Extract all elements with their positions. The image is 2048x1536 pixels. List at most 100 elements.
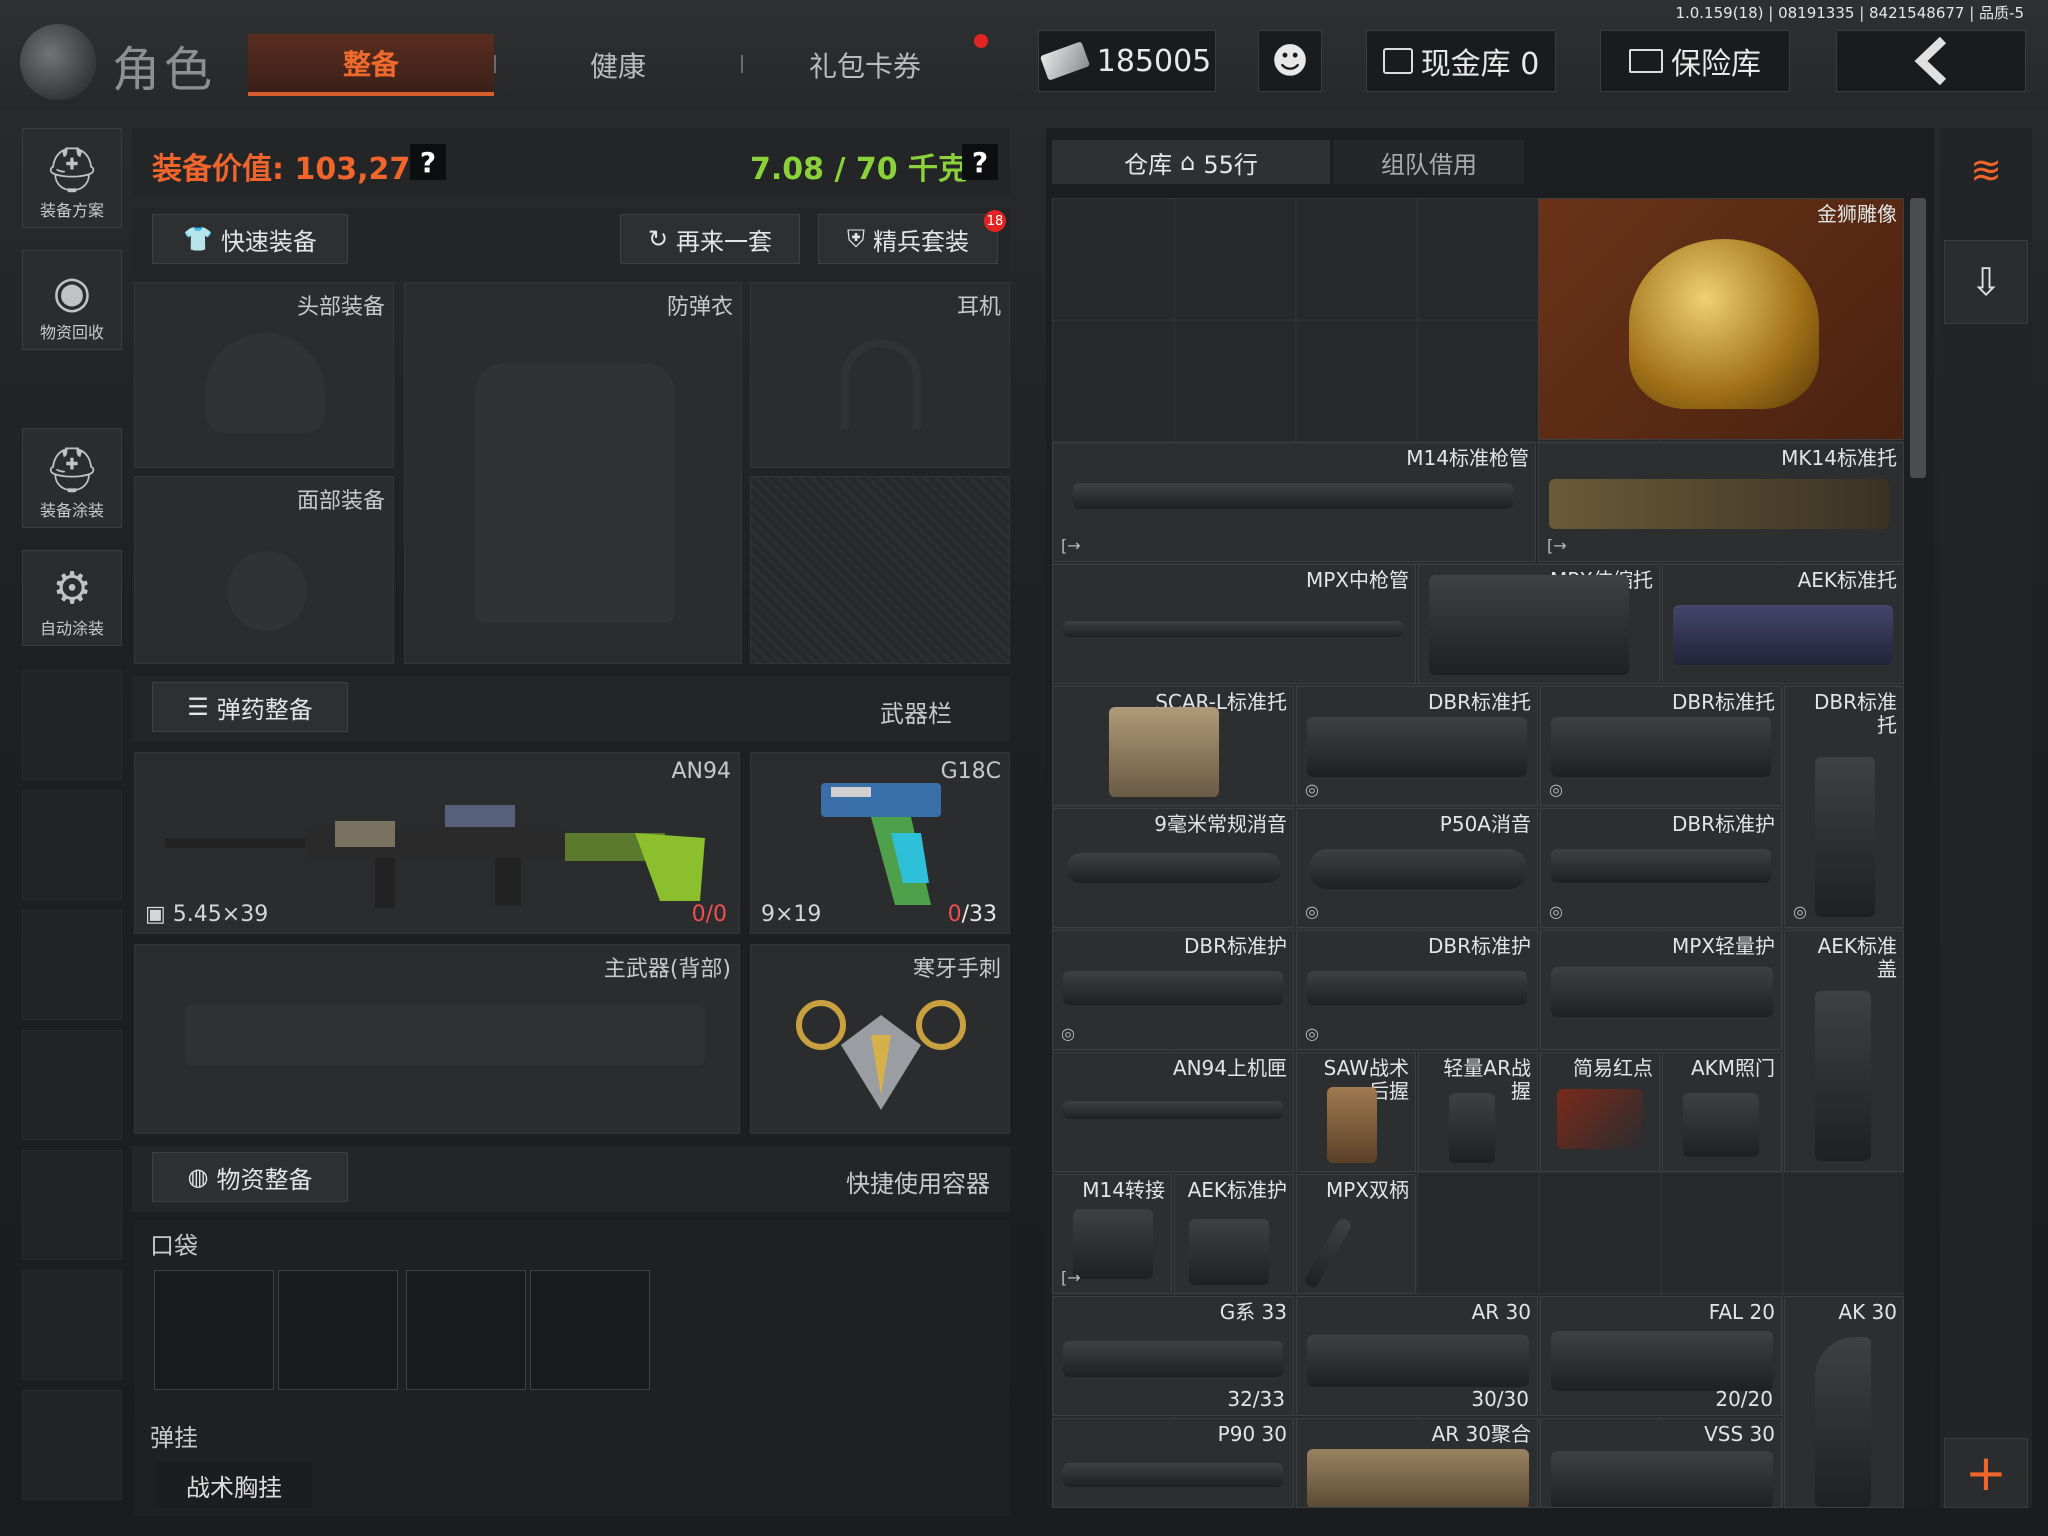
storage-item[interactable]: MPX双柄	[1296, 1174, 1416, 1294]
storage-item[interactable]: DBR标准护 ◎	[1540, 808, 1782, 928]
item-count: 20/20	[1715, 1387, 1773, 1411]
rail-empty-slot	[22, 1270, 122, 1380]
ammo-prep-button[interactable]: ☰ 弹药整备	[152, 682, 348, 732]
sidearm-slot[interactable]: G18C 9×19 0/33	[750, 752, 1010, 934]
loadout-plan-button[interactable]: ⛑ 装备方案	[22, 128, 122, 228]
deposit-button[interactable]: ⇩	[1944, 240, 2028, 324]
stack-sort-icon: ≋	[1970, 148, 2002, 192]
tab-gift-coupons[interactable]: 礼包卡券	[742, 34, 988, 96]
storage-item[interactable]: AR 30聚合	[1296, 1418, 1538, 1508]
item-count: 32/33	[1227, 1387, 1285, 1411]
elite-set-label: 精兵套装	[873, 227, 969, 256]
pocket-slot[interactable]	[278, 1270, 398, 1390]
page-title: 角色	[112, 42, 217, 98]
storage-item[interactable]: VSS 30	[1540, 1418, 1782, 1508]
storage-item[interactable]: MPX伸缩托	[1418, 564, 1660, 684]
storage-item[interactable]: DBR标准托 ◎	[1296, 686, 1538, 806]
safe-vault-label: 保险库	[1671, 47, 1761, 82]
storage-item[interactable]: AKM照门	[1662, 1052, 1782, 1172]
storage-item[interactable]: AR 30 30/30	[1296, 1296, 1538, 1416]
storage-item[interactable]: DBR标准托 ◎	[1784, 686, 1904, 928]
melee-slot[interactable]: 寒牙手刺	[750, 944, 1010, 1134]
warehouse-rows: 55行	[1203, 150, 1258, 179]
agent-button[interactable]: ☻	[1258, 30, 1322, 92]
pocket-slot[interactable]	[530, 1270, 650, 1390]
storage-item[interactable]: M14转接 [→	[1052, 1174, 1172, 1294]
foregrip-image	[1302, 1216, 1354, 1290]
cash-vault-button[interactable]: 现金库 0	[1366, 30, 1556, 92]
tab-equip[interactable]: 整备	[248, 34, 494, 96]
storage-item[interactable]: MPX轻量护	[1540, 930, 1782, 1050]
storage-item[interactable]: 简易红点	[1540, 1052, 1660, 1172]
storage-item[interactable]: 金狮雕像	[1538, 198, 1904, 440]
tab-team-borrow[interactable]: 组队借用	[1334, 140, 1524, 184]
storage-item[interactable]: P50A消音 ◎	[1296, 808, 1538, 928]
currency-amount: 185005	[1096, 43, 1212, 79]
paint-button[interactable]: ⛑ 装备涂装	[22, 428, 122, 528]
elite-set-button[interactable]: ⛨ 精兵套装	[818, 214, 998, 264]
vault-icon	[1382, 48, 1413, 74]
face-gear-slot[interactable]: 面部装备	[134, 476, 394, 664]
body-armor-slot[interactable]: 防弹衣	[404, 282, 742, 664]
pocket-slot[interactable]	[406, 1270, 526, 1390]
rifle-silhouette	[185, 1005, 705, 1065]
storage-item[interactable]: P90 30	[1052, 1418, 1294, 1508]
suppressor-image	[1067, 853, 1281, 883]
quick-equip-button[interactable]: 👕 快速装备	[152, 214, 348, 264]
storage-item[interactable]: SCAR-L标准托	[1052, 686, 1294, 806]
storage-item[interactable]: SAW战术后握	[1296, 1052, 1416, 1172]
help-button[interactable]: ?	[962, 144, 998, 180]
back-button[interactable]	[1836, 30, 2026, 92]
auto-paint-button[interactable]: ⚙ 自动涂装	[22, 550, 122, 646]
primary-weapon-slot[interactable]: AN94 ▣ 5.45×39 0/0	[134, 752, 740, 934]
operator-icon: ☻	[1271, 40, 1309, 82]
sort-button[interactable]: ≋	[1944, 128, 2028, 212]
storage-item[interactable]: AEK标准托	[1662, 564, 1904, 684]
mag-max: /0	[705, 902, 727, 927]
game-screen: 1.0.159(18) | 08191335 | 8421548677 | 品质…	[0, 0, 2048, 1536]
recycle-button[interactable]: ◉ 物资回收	[22, 250, 122, 350]
headset-slot[interactable]: 耳机	[750, 282, 1010, 468]
supply-prep-button[interactable]: ◍ 物资整备	[152, 1152, 348, 1202]
head-gear-slot[interactable]: 头部装备	[134, 282, 394, 468]
chest-rig-item[interactable]: 战术胸挂	[156, 1462, 312, 1508]
tab-health[interactable]: 健康	[495, 34, 741, 96]
back-weapon-slot[interactable]: 主武器(背部)	[134, 944, 740, 1134]
helmet-icon	[205, 333, 325, 433]
currency-display[interactable]: 185005	[1038, 30, 1216, 92]
storage-item[interactable]: AK 30	[1784, 1296, 1904, 1508]
storage-item[interactable]: DBR标准护 ◎	[1296, 930, 1538, 1050]
handguard-image	[1551, 849, 1771, 883]
storage-item[interactable]: 9毫米常规消音	[1052, 808, 1294, 928]
storage-item[interactable]: DBR标准护 ◎	[1052, 930, 1294, 1050]
stock-image	[1307, 717, 1527, 777]
storage-item[interactable]: G系 33 32/33	[1052, 1296, 1294, 1416]
storage-item[interactable]: M14标准枪管 [→	[1052, 442, 1536, 562]
safe-vault-button[interactable]: 保险库	[1600, 30, 1790, 92]
tab-warehouse[interactable]: 仓库 ⌂ 55行	[1052, 140, 1330, 184]
storage-item[interactable]: AEK标准护	[1174, 1174, 1294, 1294]
storage-item[interactable]: AEK标准盖	[1784, 930, 1904, 1172]
storage-item[interactable]: 轻量AR战握	[1418, 1052, 1538, 1172]
gold-lion-image	[1629, 239, 1819, 409]
storage-item[interactable]: MK14标准托 [→	[1538, 442, 1904, 562]
cash-vault-label: 现金库 0	[1420, 47, 1540, 82]
pocket-slot[interactable]	[154, 1270, 274, 1390]
gas-mask-icon	[227, 551, 307, 631]
item-count: 30/30	[1471, 1387, 1529, 1411]
storage-item[interactable]: DBR标准托 ◎	[1540, 686, 1782, 806]
add-button[interactable]: +	[1944, 1438, 2028, 1508]
repeat-loadout-button[interactable]: ↻ 再来一套	[620, 214, 800, 264]
help-button[interactable]: ?	[410, 144, 446, 180]
storage-item[interactable]: AN94上机匣	[1052, 1052, 1294, 1172]
rail-empty-slot	[22, 790, 122, 900]
list-icon: ☰	[187, 693, 209, 721]
slot-label: 防弹衣	[666, 295, 733, 320]
plus-icon: +	[1965, 1444, 2007, 1502]
storage-scrollbar[interactable]	[1910, 198, 1926, 478]
refresh-icon: ↻	[647, 225, 669, 253]
safe-icon	[1629, 49, 1663, 73]
storage-item[interactable]: MPX中枪管	[1052, 564, 1416, 684]
storage-item[interactable]: FAL 20 20/20	[1540, 1296, 1782, 1416]
weapon-bar-label: 武器栏	[880, 700, 952, 728]
